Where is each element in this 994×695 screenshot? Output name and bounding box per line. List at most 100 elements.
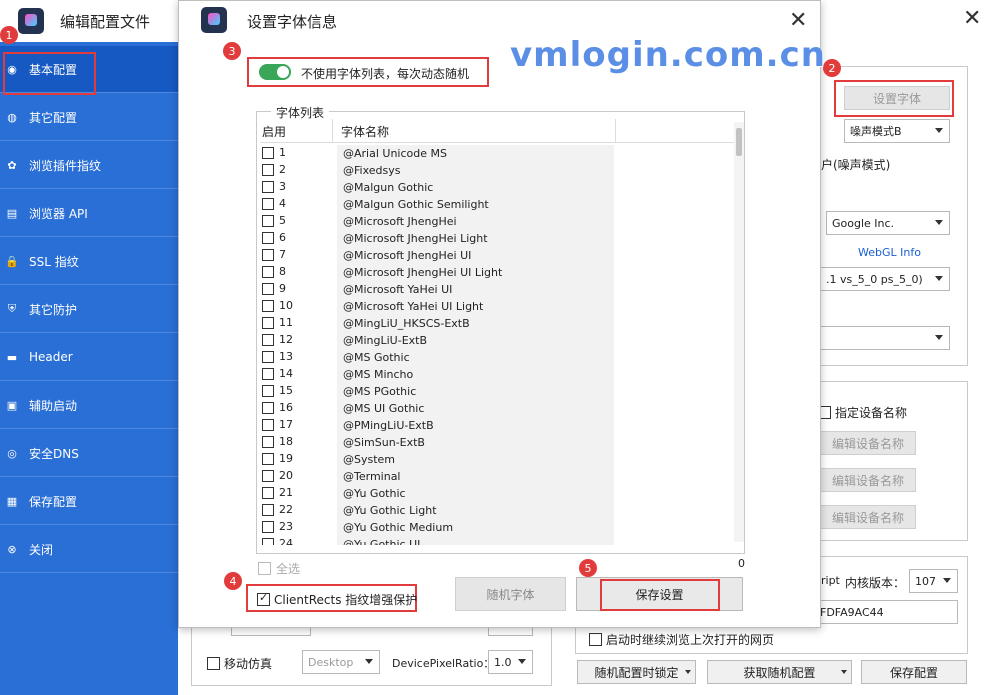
font-row[interactable]: 5 @Microsoft JhengHei bbox=[260, 213, 734, 230]
webgl-info-link[interactable]: WebGL Info bbox=[858, 246, 921, 259]
sidebar-item[interactable]: ⊗ 关闭 bbox=[0, 526, 178, 573]
dialog-close-icon[interactable]: ✕ bbox=[789, 10, 807, 32]
main-close-icon[interactable]: ✕ bbox=[963, 8, 981, 30]
scrollbar-thumb[interactable] bbox=[736, 128, 742, 156]
edit-device-name-button-1[interactable]: 编辑设备名称 bbox=[821, 431, 916, 455]
font-row[interactable]: 12 @MingLiU-ExtB bbox=[260, 332, 734, 349]
continue-browse-row[interactable]: 启动时继续浏览上次打开的网页 bbox=[589, 631, 774, 648]
font-enable-checkbox[interactable] bbox=[262, 334, 274, 346]
chevron-down-icon bbox=[685, 670, 691, 674]
font-enable-checkbox[interactable] bbox=[262, 453, 274, 465]
clientrects-checkbox[interactable]: ✓ bbox=[257, 591, 270, 606]
font-enable-checkbox[interactable] bbox=[262, 317, 274, 329]
font-enable-checkbox[interactable] bbox=[262, 385, 274, 397]
extra-select[interactable] bbox=[821, 326, 950, 350]
sidebar-item[interactable]: ▤ 浏览器 API bbox=[0, 190, 178, 237]
vendor-select[interactable]: Google Inc. bbox=[826, 211, 950, 235]
lock-random-button[interactable]: 随机配置时锁定 bbox=[577, 660, 696, 684]
font-enable-checkbox[interactable] bbox=[262, 504, 274, 516]
font-row[interactable]: 6 @Microsoft JhengHei Light bbox=[260, 230, 734, 247]
font-row[interactable]: 22 @Yu Gothic Light bbox=[260, 502, 734, 519]
edit-device-name-button-2[interactable]: 编辑设备名称 bbox=[821, 468, 916, 492]
continue-browse-label: 启动时继续浏览上次打开的网页 bbox=[606, 633, 775, 647]
font-enable-checkbox[interactable] bbox=[262, 181, 274, 193]
font-enable-checkbox[interactable] bbox=[262, 147, 274, 159]
font-row[interactable]: 19 @System bbox=[260, 451, 734, 468]
kernel-version-select[interactable]: 107 bbox=[909, 569, 958, 593]
continue-browse-checkbox[interactable] bbox=[589, 633, 602, 646]
hash-input[interactable]: FDFA9AC44 bbox=[815, 600, 958, 624]
edit-device-name-button-3[interactable]: 编辑设备名称 bbox=[821, 505, 916, 529]
font-row[interactable]: 15 @MS PGothic bbox=[260, 383, 734, 400]
specify-device-name-row[interactable]: 指定设备名称 bbox=[818, 404, 907, 421]
sidebar-item-label: 其它配置 bbox=[29, 110, 78, 125]
font-enable-checkbox[interactable] bbox=[262, 436, 274, 448]
get-random-button[interactable]: 获取随机配置 bbox=[707, 660, 852, 684]
font-enable-checkbox[interactable] bbox=[262, 300, 274, 312]
noise-mode-select[interactable]: 噪声模式B bbox=[844, 119, 950, 143]
font-enable-checkbox[interactable] bbox=[262, 521, 274, 533]
random-font-button[interactable]: 随机字体 bbox=[455, 577, 566, 611]
device-select[interactable]: Desktop bbox=[302, 650, 380, 674]
sidebar-item[interactable]: ▣ 辅助启动 bbox=[0, 382, 178, 429]
sidebar-item[interactable]: ▦ 保存配置 bbox=[0, 478, 178, 525]
col-enable-header[interactable]: 启用 bbox=[262, 123, 286, 140]
font-enable-checkbox[interactable] bbox=[262, 368, 274, 380]
font-name: @MS Mincho bbox=[337, 366, 614, 383]
vertical-scrollbar[interactable] bbox=[734, 122, 744, 542]
font-enable-checkbox[interactable] bbox=[262, 487, 274, 499]
font-row[interactable]: 13 @MS Gothic bbox=[260, 349, 734, 366]
font-enable-checkbox[interactable] bbox=[262, 402, 274, 414]
font-enable-checkbox[interactable] bbox=[262, 232, 274, 244]
font-enable-checkbox[interactable] bbox=[262, 266, 274, 278]
font-row[interactable]: 1 @Arial Unicode MS bbox=[260, 145, 734, 162]
font-row[interactable]: 24 @Yu Gothic UI bbox=[260, 536, 734, 545]
mobile-emulation-checkbox[interactable] bbox=[207, 657, 220, 670]
dpr-select[interactable]: 1.0 bbox=[488, 650, 533, 674]
font-row[interactable]: 10 @Microsoft YaHei UI Light bbox=[260, 298, 734, 315]
font-enable-checkbox[interactable] bbox=[262, 419, 274, 431]
sidebar-item[interactable]: 🔒 SSL 指纹 bbox=[0, 238, 178, 285]
font-row[interactable]: 11 @MingLiU_HKSCS-ExtB bbox=[260, 315, 734, 332]
renderer-select[interactable]: .1 vs_5_0 ps_5_0) bbox=[821, 267, 950, 291]
font-enable-checkbox[interactable] bbox=[262, 283, 274, 295]
sidebar-item[interactable]: ✿ 浏览插件指纹 bbox=[0, 142, 178, 189]
font-enable-checkbox[interactable] bbox=[262, 249, 274, 261]
font-enable-checkbox[interactable] bbox=[262, 215, 274, 227]
font-enable-checkbox[interactable] bbox=[262, 538, 274, 545]
select-all-row[interactable]: 全选 bbox=[258, 560, 300, 577]
select-all-checkbox[interactable] bbox=[258, 562, 271, 575]
font-enable-checkbox[interactable] bbox=[262, 164, 274, 176]
annotation-badge-1: 1 bbox=[0, 26, 18, 44]
font-row[interactable]: 9 @Microsoft YaHei UI bbox=[260, 281, 734, 298]
font-row[interactable]: 16 @MS UI Gothic bbox=[260, 400, 734, 417]
font-row[interactable]: 4 @Malgun Gothic Semilight bbox=[260, 196, 734, 213]
sidebar-item[interactable]: ⛨ 其它防护 bbox=[0, 286, 178, 333]
col-font-name-header[interactable]: 字体名称 bbox=[341, 123, 389, 140]
sidebar-item[interactable]: ◎ 安全DNS bbox=[0, 430, 178, 477]
font-enable-checkbox[interactable] bbox=[262, 198, 274, 210]
api-icon: ▤ bbox=[6, 206, 18, 220]
font-name: @SimSun-ExtB bbox=[337, 434, 614, 451]
font-row[interactable]: 17 @PMingLiU-ExtB bbox=[260, 417, 734, 434]
font-row[interactable]: 21 @Yu Gothic bbox=[260, 485, 734, 502]
font-row[interactable]: 14 @MS Mincho bbox=[260, 366, 734, 383]
font-enable-checkbox[interactable] bbox=[262, 470, 274, 482]
font-row[interactable]: 2 @Fixedsys bbox=[260, 162, 734, 179]
font-row[interactable]: 7 @Microsoft JhengHei UI bbox=[260, 247, 734, 264]
dynamic-random-toggle[interactable] bbox=[259, 64, 291, 80]
font-row[interactable]: 18 @SimSun-ExtB bbox=[260, 434, 734, 451]
mobile-emulation-row[interactable]: 移动仿真 bbox=[207, 655, 272, 672]
font-row[interactable]: 3 @Malgun Gothic bbox=[260, 179, 734, 196]
font-row[interactable]: 20 @Terminal bbox=[260, 468, 734, 485]
sidebar-item[interactable]: ◍ 其它配置 bbox=[0, 94, 178, 141]
font-enable-checkbox[interactable] bbox=[262, 351, 274, 363]
sidebar-item[interactable]: ▬ Header bbox=[0, 334, 178, 381]
noise-mode-text: 户(噪声模式) bbox=[821, 158, 891, 172]
clientrects-row[interactable]: ✓ ClientRects 指纹增强保护 bbox=[257, 591, 417, 608]
font-row-number: 21 bbox=[279, 486, 293, 499]
save-config-button[interactable]: 保存配置 bbox=[861, 660, 967, 684]
font-row[interactable]: 8 @Microsoft JhengHei UI Light bbox=[260, 264, 734, 281]
font-row[interactable]: 23 @Yu Gothic Medium bbox=[260, 519, 734, 536]
device-value: Desktop bbox=[308, 655, 354, 669]
